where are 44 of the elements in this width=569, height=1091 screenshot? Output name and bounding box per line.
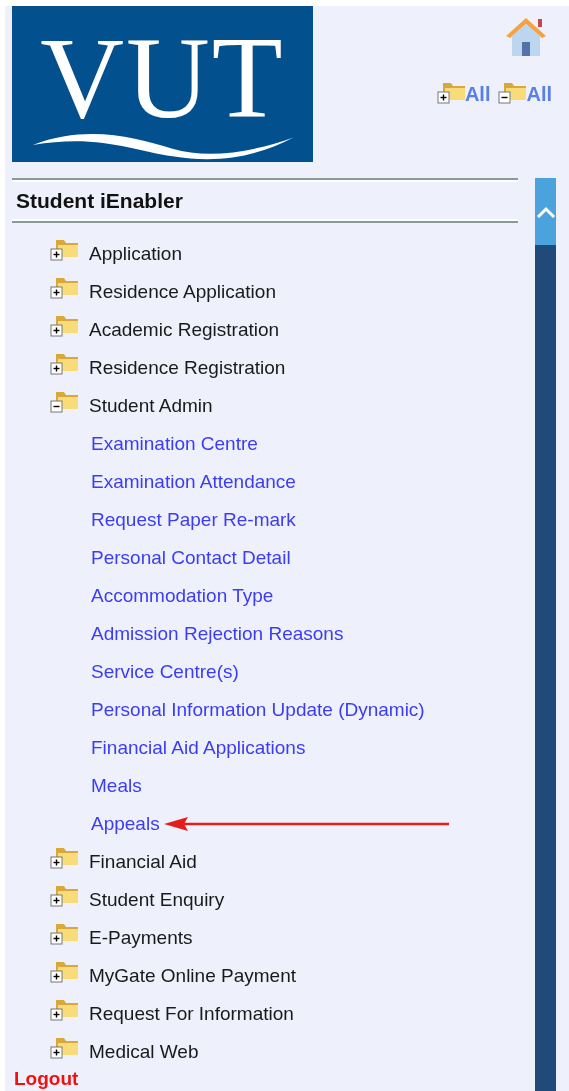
folder-plus-icon[interactable] xyxy=(50,883,80,909)
folder-plus-icon[interactable] xyxy=(50,237,80,263)
folder-plus-icon[interactable] xyxy=(50,275,80,301)
folder-plus-icon[interactable] xyxy=(50,959,80,985)
scroll-bar[interactable] xyxy=(535,178,556,1091)
collapse-all-link[interactable]: All xyxy=(498,80,552,106)
menu-title: Student iEnabler xyxy=(12,178,518,223)
menu-link[interactable]: Personal Information Update (Dynamic) xyxy=(91,699,425,721)
folder-minus-icon[interactable] xyxy=(50,389,80,415)
menu-item[interactable]: E-Payments xyxy=(89,927,193,949)
folder-plus-icon[interactable] xyxy=(50,351,80,377)
menu-item[interactable]: Academic Registration xyxy=(89,319,280,341)
menu-item[interactable]: Application xyxy=(89,243,182,265)
chevron-up-icon xyxy=(535,205,556,218)
folder-minus-icon[interactable] xyxy=(498,80,529,106)
folder-plus-icon[interactable] xyxy=(50,1035,80,1061)
menu-item[interactable]: Student Admin xyxy=(89,395,213,417)
folder-plus-icon[interactable] xyxy=(436,80,467,106)
menu-link[interactable]: Meals xyxy=(91,775,142,797)
menu-item[interactable]: Residence Registration xyxy=(89,357,286,379)
menu-link[interactable]: Admission Rejection Reasons xyxy=(91,623,344,645)
folder-plus-icon[interactable] xyxy=(50,313,80,339)
menu-link[interactable]: Examination Attendance xyxy=(91,471,296,493)
menu-item[interactable]: Residence Application xyxy=(89,281,276,303)
logo-text: VUT xyxy=(40,20,285,124)
menu-link[interactable]: Accommodation Type xyxy=(91,585,274,607)
menu-link[interactable]: Request Paper Re-mark xyxy=(91,509,296,531)
folder-plus-icon[interactable] xyxy=(50,845,80,871)
menu-link[interactable]: Financial Aid Applications xyxy=(91,737,306,759)
menu-link[interactable]: Personal Contact Detail xyxy=(91,547,291,569)
menu-link[interactable]: Examination Centre xyxy=(91,433,258,455)
folder-plus-icon[interactable] xyxy=(50,997,80,1023)
menu-item[interactable]: Student Enquiry xyxy=(89,889,225,911)
logout-link[interactable]: Logout xyxy=(14,1068,518,1090)
menu-link[interactable]: Service Centre(s) xyxy=(91,661,239,683)
folder-plus-icon[interactable] xyxy=(50,921,80,947)
home-icon[interactable] xyxy=(504,16,548,58)
menu-link[interactable]: Appeals xyxy=(91,813,160,835)
menu-item[interactable]: Financial Aid xyxy=(89,851,197,873)
scroll-up-button[interactable] xyxy=(535,178,556,245)
menu-item[interactable]: Medical Web xyxy=(89,1041,199,1063)
menu-item[interactable]: Request For Information xyxy=(89,1003,294,1025)
menu-item[interactable]: MyGate Online Payment xyxy=(89,965,296,987)
expand-all-link[interactable]: All xyxy=(436,80,491,106)
